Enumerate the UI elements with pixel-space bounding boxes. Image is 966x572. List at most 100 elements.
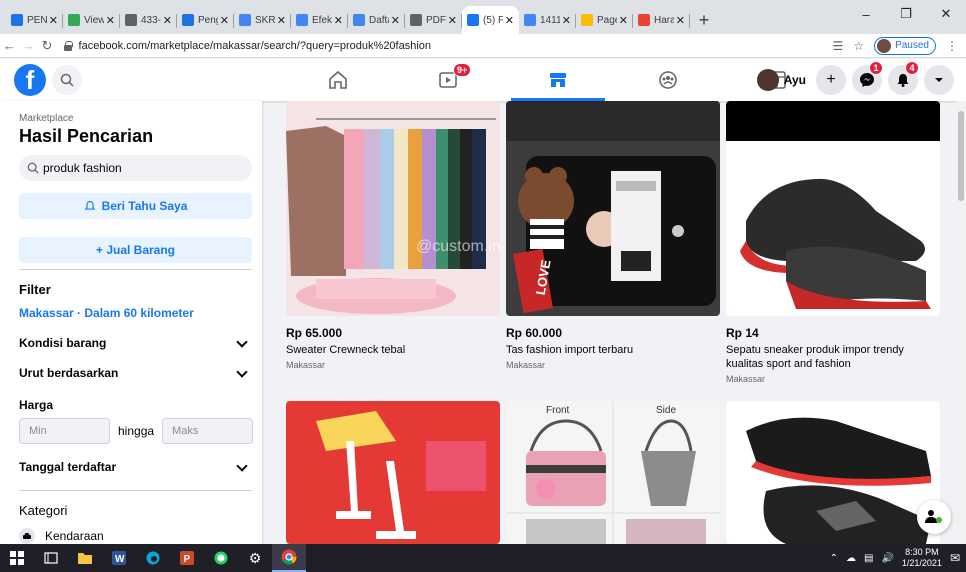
listing-card[interactable]: @custom.in Rp 65.000 Sweater Crewneck te… — [286, 101, 500, 370]
volume-icon[interactable]: 🔊 — [881, 553, 893, 564]
divider — [19, 490, 252, 491]
date-listed-filter[interactable]: Tanggal terdaftar — [19, 459, 252, 474]
new-message-button[interactable] — [917, 500, 951, 534]
tab-close-icon[interactable]: ✕ — [220, 14, 229, 27]
tab-close-icon[interactable]: ✕ — [391, 14, 400, 27]
listing-card[interactable] — [726, 401, 940, 544]
sort-filter[interactable]: Urut berdasarkan — [19, 365, 252, 380]
browser-tab[interactable]: SKRIP✕ — [234, 6, 291, 34]
messenger-button[interactable]: 1 — [852, 61, 883, 95]
browser-tab[interactable]: View ✕ — [63, 6, 120, 34]
browser-tab[interactable]: PENG✕ — [6, 6, 63, 34]
tab-close-icon[interactable]: ✕ — [619, 14, 628, 27]
tab-close-icon[interactable]: ✕ — [163, 14, 172, 27]
marketplace-search-input[interactable]: produk fashion — [19, 155, 252, 181]
listing-price: Rp 65.000 — [286, 326, 343, 340]
fb-search-button[interactable] — [52, 65, 82, 95]
nav-home[interactable] — [283, 59, 393, 101]
category-item-vehicles[interactable]: Kendaraan — [19, 528, 252, 544]
listing-card[interactable]: Rp 14 Sepatu sneaker produk impor trendy… — [726, 101, 940, 384]
tab-close-icon[interactable]: ✕ — [277, 14, 286, 27]
tab-favicon-icon — [410, 14, 422, 26]
browser-tab[interactable]: Haraj✕ — [633, 6, 690, 34]
forward-button[interactable]: → — [19, 38, 38, 53]
chrome-menu-icon[interactable]: ⋮ — [946, 39, 958, 53]
listing-card[interactable]: Front Side — [506, 401, 720, 544]
page-scrollbar[interactable] — [956, 101, 966, 544]
browser-tab[interactable]: 433-1✕ — [120, 6, 177, 34]
tab-close-icon[interactable]: ✕ — [106, 14, 115, 27]
condition-label: Kondisi barang — [19, 336, 107, 350]
profile-chip[interactable]: Ayu — [756, 69, 806, 91]
tab-title: 1411 — [540, 14, 560, 26]
sell-item-button[interactable]: + Jual Barang — [19, 237, 252, 263]
scrollbar-thumb[interactable] — [958, 111, 964, 201]
facebook-logo-icon[interactable]: f — [14, 64, 46, 96]
tab-favicon-icon — [353, 14, 365, 26]
task-view-button[interactable] — [34, 544, 68, 572]
home-icon — [329, 70, 347, 89]
listing-card[interactable]: LOVE Rp 60.000 Tas fashion import terbar… — [506, 101, 720, 370]
running-shoe-photo — [726, 401, 940, 544]
price-max-input[interactable] — [162, 418, 254, 444]
tab-favicon-icon — [11, 14, 23, 26]
condition-filter[interactable]: Kondisi barang — [19, 335, 252, 350]
close-window-button[interactable]: ✕ — [926, 0, 966, 28]
star-icon[interactable]: ☆ — [853, 39, 864, 53]
taskbar-chrome[interactable] — [272, 544, 306, 572]
nav-marketplace[interactable] — [503, 59, 613, 101]
browser-tab[interactable]: Peng✕ — [177, 6, 234, 34]
notifications-button[interactable]: 4 — [888, 61, 919, 95]
breadcrumb[interactable]: Marketplace — [19, 113, 252, 124]
new-tab-button[interactable]: + — [690, 6, 718, 34]
tab-close-icon[interactable]: ✕ — [334, 14, 343, 27]
browser-tab[interactable]: 1411 ✕ — [519, 6, 576, 34]
nav-watch[interactable]: 9+ — [393, 59, 503, 101]
listing-location: Makassar — [726, 374, 766, 384]
account-menu-button[interactable] — [924, 65, 954, 95]
tab-close-icon[interactable]: ✕ — [49, 14, 58, 27]
minimize-button[interactable]: – — [846, 0, 886, 28]
profile-paused-button[interactable]: Paused — [874, 36, 936, 55]
listing-location: Makassar — [506, 360, 546, 370]
divider — [19, 269, 252, 270]
back-button[interactable]: ← — [0, 38, 19, 53]
clock[interactable]: 8:30 PM 1/21/2021 — [902, 547, 942, 569]
location-filter-link[interactable]: Makassar · Dalam 60 kilometer — [19, 306, 252, 320]
tab-close-icon[interactable]: ✕ — [676, 14, 685, 27]
price-min-input[interactable] — [19, 418, 110, 444]
taskbar-word[interactable]: W — [102, 544, 136, 572]
taskbar-powerpoint[interactable]: P — [170, 544, 204, 572]
listing-location: Makassar — [286, 360, 326, 370]
watermark: @custom.in — [416, 238, 500, 255]
onedrive-icon[interactable]: ☁ — [846, 553, 856, 564]
svg-text:W: W — [115, 554, 125, 565]
restore-button[interactable]: ❐ — [886, 0, 926, 28]
browser-tab[interactable]: Page✕ — [576, 6, 633, 34]
side-label: Side — [656, 405, 676, 416]
tab-close-icon[interactable]: ✕ — [562, 14, 571, 27]
reload-button[interactable]: ↻ — [38, 38, 57, 54]
browser-tab[interactable]: PDF ✕ — [405, 6, 462, 34]
tab-close-icon[interactable]: ✕ — [505, 14, 514, 27]
taskbar-file-explorer[interactable] — [68, 544, 102, 572]
translate-icon[interactable]: ☰ — [833, 39, 844, 53]
tab-favicon-icon — [125, 14, 137, 26]
search-icon — [60, 73, 74, 87]
taskbar-whatsapp[interactable] — [204, 544, 238, 572]
browser-tab[interactable]: Efekti✕ — [291, 6, 348, 34]
notification-center-icon[interactable]: ✉ — [950, 551, 960, 565]
network-icon[interactable]: ▤ — [864, 553, 873, 564]
url-field[interactable]: facebook.com/marketplace/makassar/search… — [63, 36, 833, 56]
create-button[interactable]: + — [816, 65, 846, 95]
listing-card[interactable] — [286, 401, 500, 544]
browser-tab[interactable]: Dafta✕ — [348, 6, 405, 34]
taskbar-edge[interactable] — [136, 544, 170, 572]
taskbar-settings[interactable]: ⚙ — [238, 544, 272, 572]
chevron-up-icon[interactable]: ⌃ — [830, 553, 838, 564]
tab-close-icon[interactable]: ✕ — [448, 14, 457, 27]
start-button[interactable] — [0, 544, 34, 572]
notify-me-button[interactable]: Beri Tahu Saya — [19, 193, 252, 219]
browser-tab[interactable]: (5) Fa✕ — [462, 6, 519, 34]
nav-groups[interactable] — [613, 59, 723, 101]
